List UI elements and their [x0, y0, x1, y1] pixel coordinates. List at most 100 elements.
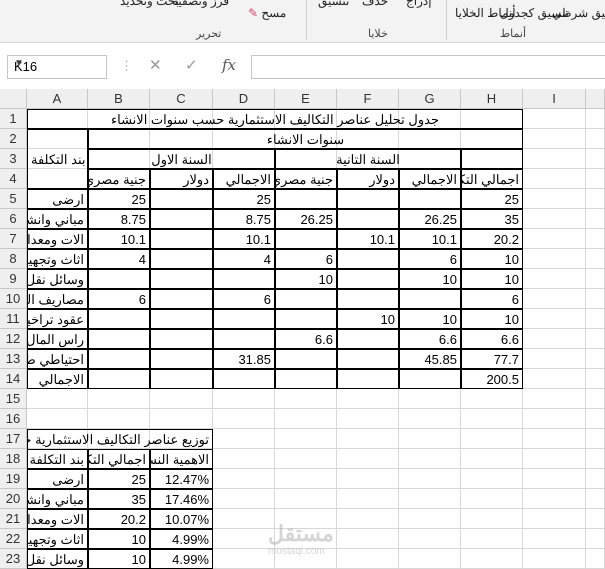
- value-cell-b[interactable]: 6: [88, 289, 150, 309]
- value-cell-f[interactable]: [337, 249, 399, 269]
- empty-cell[interactable]: [88, 389, 150, 409]
- empty-cell[interactable]: [523, 549, 586, 569]
- empty-cell[interactable]: [213, 509, 275, 529]
- empty-cell[interactable]: [586, 129, 605, 149]
- value-cell-h[interactable]: 20.2: [461, 229, 523, 249]
- empty-cell[interactable]: [213, 469, 275, 489]
- row-header[interactable]: 4: [0, 169, 27, 189]
- value-cell-h[interactable]: 25: [461, 189, 523, 209]
- sub-header-total[interactable]: الاجمالي: [213, 169, 275, 189]
- cost-item-label[interactable]: راس المال العامل: [27, 329, 88, 349]
- empty-cell[interactable]: [275, 389, 337, 409]
- empty-cell[interactable]: [523, 269, 586, 289]
- value-cell-d[interactable]: 25: [213, 189, 275, 209]
- sub-header-total[interactable]: الاجمالي: [399, 169, 461, 189]
- empty-cell[interactable]: [586, 389, 605, 409]
- empty-cell[interactable]: [523, 189, 586, 209]
- cost-item-label[interactable]: الات ومعدات: [27, 229, 88, 249]
- empty-cell[interactable]: [586, 449, 605, 469]
- cost-item-label[interactable]: الاجمالي: [27, 369, 88, 389]
- empty-cell[interactable]: [586, 229, 605, 249]
- table2-items-cell[interactable]: مباني وانشاءات: [27, 489, 88, 509]
- table2-shares-cell[interactable]: 4.99%: [150, 529, 213, 549]
- empty-cell[interactable]: [337, 449, 399, 469]
- table2-shares-cell[interactable]: 10.07%: [150, 509, 213, 529]
- value-cell-b[interactable]: [88, 309, 150, 329]
- empty-cell[interactable]: [399, 429, 461, 449]
- select-all-corner[interactable]: [0, 89, 27, 109]
- value-cell-b[interactable]: [88, 349, 150, 369]
- empty-cell[interactable]: [586, 529, 605, 549]
- empty-cell[interactable]: [523, 209, 586, 229]
- sub-header-egp[interactable]: جنية مصري: [275, 169, 337, 189]
- table2-items-cell[interactable]: وسائل نقل: [27, 549, 88, 569]
- value-cell-e[interactable]: [275, 369, 337, 389]
- empty-cell[interactable]: [586, 309, 605, 329]
- empty-cell[interactable]: [523, 309, 586, 329]
- column-header[interactable]: [586, 89, 605, 109]
- value-cell-b[interactable]: 8.75: [88, 209, 150, 229]
- column-header[interactable]: I: [523, 89, 586, 109]
- sub-header-grand-total[interactable]: اجمالي التكلفة: [461, 169, 523, 189]
- table2-shares-cell[interactable]: 17.46%: [150, 489, 213, 509]
- empty-cell[interactable]: [523, 289, 586, 309]
- dots-handle[interactable]: ⋮: [120, 58, 133, 74]
- empty-cell[interactable]: [461, 429, 523, 449]
- value-cell-h[interactable]: 6.6: [461, 329, 523, 349]
- value-cell-d[interactable]: [213, 369, 275, 389]
- empty-cell[interactable]: [586, 429, 605, 449]
- row-header[interactable]: 3: [0, 149, 27, 169]
- conditional-format-button[interactable]: تنسيق شرطي: [552, 6, 605, 20]
- value-cell-g[interactable]: 6: [399, 249, 461, 269]
- value-cell-d[interactable]: [213, 329, 275, 349]
- year1-header[interactable]: السنة الاول: [88, 149, 275, 169]
- empty-cell[interactable]: [27, 409, 88, 429]
- formula-input[interactable]: [251, 55, 605, 79]
- empty-cell[interactable]: [523, 329, 586, 349]
- value-cell-g[interactable]: 26.25: [399, 209, 461, 229]
- item-header[interactable]: بند التكلفة: [27, 129, 88, 189]
- empty-cell[interactable]: [337, 529, 399, 549]
- empty-cell[interactable]: [586, 109, 605, 129]
- value-cell-h[interactable]: 77.7: [461, 349, 523, 369]
- empty-cell[interactable]: [275, 449, 337, 469]
- value-cell-f[interactable]: [337, 269, 399, 289]
- value-cell-b[interactable]: 10.1: [88, 229, 150, 249]
- row-header[interactable]: 16: [0, 409, 27, 429]
- empty-cell[interactable]: [337, 389, 399, 409]
- empty-cell[interactable]: [523, 529, 586, 549]
- empty-cell[interactable]: [523, 109, 586, 129]
- row-header[interactable]: 18: [0, 449, 27, 469]
- empty-cell[interactable]: [213, 449, 275, 469]
- row-header[interactable]: 21: [0, 509, 27, 529]
- column-header[interactable]: G: [399, 89, 461, 109]
- row-header[interactable]: 23: [0, 549, 27, 569]
- year2-header[interactable]: السنة التانية: [275, 149, 461, 169]
- empty-cell[interactable]: [399, 389, 461, 409]
- row-header[interactable]: 13: [0, 349, 27, 369]
- value-cell-c[interactable]: [150, 309, 213, 329]
- empty-cell[interactable]: [275, 409, 337, 429]
- value-cell-h[interactable]: 10: [461, 249, 523, 269]
- table2-totals-cell[interactable]: 20.2: [88, 509, 150, 529]
- empty-cell[interactable]: [399, 549, 461, 569]
- value-cell-c[interactable]: [150, 369, 213, 389]
- value-cell-b[interactable]: [88, 369, 150, 389]
- value-cell-d[interactable]: [213, 269, 275, 289]
- delete-cells-button[interactable]: حذف: [362, 0, 388, 8]
- empty-cell[interactable]: [523, 349, 586, 369]
- empty-cell[interactable]: [213, 529, 275, 549]
- empty-cell[interactable]: [523, 469, 586, 489]
- empty-cell[interactable]: [586, 329, 605, 349]
- row-header[interactable]: 17: [0, 429, 27, 449]
- cost-item-label[interactable]: وسائل نقل: [27, 269, 88, 289]
- value-cell-c[interactable]: [150, 249, 213, 269]
- empty-cell[interactable]: [213, 409, 275, 429]
- value-cell-e[interactable]: 26.25: [275, 209, 337, 229]
- value-cell-c[interactable]: [150, 349, 213, 369]
- row-header[interactable]: 14: [0, 369, 27, 389]
- value-cell-g[interactable]: 10.1: [399, 229, 461, 249]
- value-cell-c[interactable]: [150, 269, 213, 289]
- name-box[interactable]: K16 ▼: [7, 55, 107, 79]
- empty-cell[interactable]: [461, 389, 523, 409]
